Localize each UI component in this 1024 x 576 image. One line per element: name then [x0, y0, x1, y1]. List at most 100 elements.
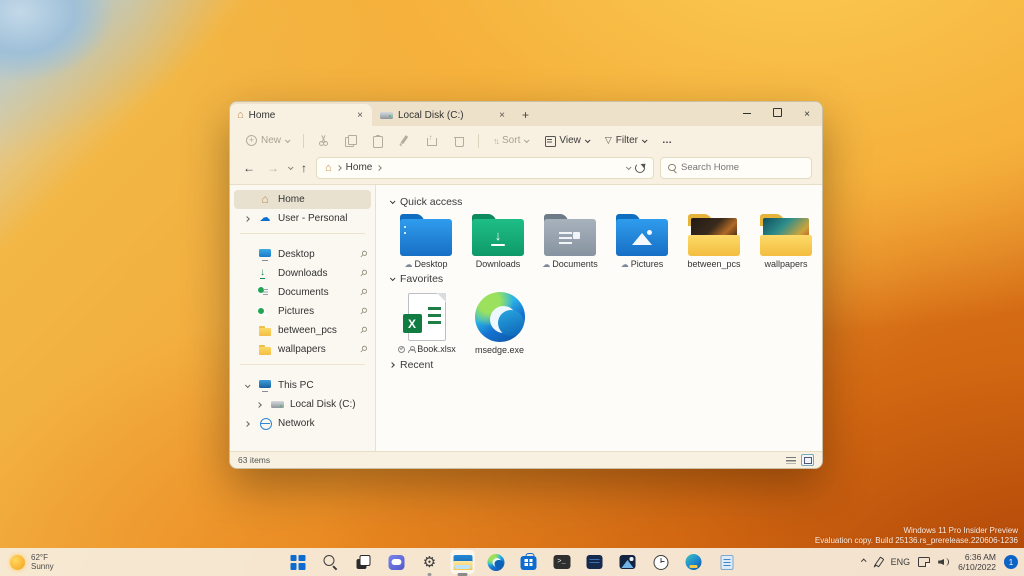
tab-close-icon[interactable]: × [497, 110, 507, 121]
screen-pen-icon[interactable] [918, 557, 930, 567]
file-explorer-button[interactable] [451, 550, 475, 574]
dark-app-button[interactable] [583, 550, 607, 574]
paste-button[interactable] [366, 132, 389, 149]
more-options-button[interactable]: … [656, 132, 678, 149]
search-input[interactable] [681, 162, 791, 173]
clock-date[interactable]: 6:36 AM 6/10/2022 [958, 552, 996, 572]
refresh-icon[interactable] [635, 163, 645, 173]
section-quick-access[interactable]: Quick access [390, 196, 822, 208]
chevron-right-icon [389, 362, 395, 368]
rename-button[interactable] [393, 132, 416, 149]
sidebar-item-local-disk[interactable]: Local Disk (C:) [234, 395, 371, 414]
chevron-right-icon[interactable] [256, 402, 262, 408]
edge-button[interactable] [484, 550, 508, 574]
sidebar-item-desktop[interactable]: Desktop ⚲ [234, 245, 371, 264]
desktop: ⌂ Home × Local Disk (C:) × + × New [0, 0, 1024, 576]
file-item-documents[interactable]: ☁Documents [534, 214, 606, 269]
section-favorites[interactable]: Favorites [390, 273, 822, 285]
sidebar-label: Pictures [278, 306, 354, 317]
tab-local-disk[interactable]: Local Disk (C:) × [372, 104, 514, 126]
new-tab-button[interactable]: + [514, 104, 537, 126]
large-icons-view-icon[interactable] [801, 454, 814, 466]
chevron-right-icon[interactable] [244, 216, 250, 222]
cut-button[interactable] [312, 132, 335, 149]
pen-icon[interactable] [873, 557, 883, 568]
recent-locations-chevron[interactable] [288, 164, 294, 170]
filter-button[interactable]: ▽ Filter [599, 132, 652, 149]
media-app-button[interactable] [682, 550, 706, 574]
status-bar: 63 items [230, 451, 822, 468]
file-item-pictures[interactable]: ☁Pictures [606, 214, 678, 269]
new-button[interactable]: New [240, 132, 295, 149]
sidebar-item-home[interactable]: ⌂ Home [234, 190, 371, 209]
sidebar-item-wallpapers[interactable]: wallpapers ⚲ [234, 340, 371, 359]
weather-widget[interactable]: 62°F Sunny [10, 553, 54, 571]
sidebar-item-onedrive[interactable]: ☁ User - Personal [234, 209, 371, 228]
minimize-button[interactable] [732, 109, 762, 120]
address-dropdown-chevron[interactable] [626, 164, 632, 170]
up-button[interactable]: ↑ [298, 161, 310, 175]
details-view-icon[interactable] [786, 456, 796, 465]
task-view-button[interactable] [352, 550, 376, 574]
sidebar-item-documents[interactable]: Documents ⚲ [234, 283, 371, 302]
downloads-icon: ↓ [260, 267, 265, 279]
windows-logo-icon [290, 555, 305, 570]
tab-home[interactable]: ⌂ Home × [230, 104, 372, 126]
sidebar-label: Network [278, 418, 367, 429]
start-button[interactable] [286, 550, 310, 574]
copy-button[interactable] [339, 132, 362, 149]
sidebar-item-downloads[interactable]: ↓ Downloads ⚲ [234, 264, 371, 283]
chevron-down-icon [642, 137, 648, 143]
folder-icon [258, 324, 272, 337]
file-item-downloads[interactable]: Downloads [462, 214, 534, 269]
photos-icon [620, 555, 636, 569]
settings-button[interactable]: ⚙ [418, 550, 442, 574]
clock-app-button[interactable] [649, 550, 673, 574]
forward-button[interactable]: → [264, 161, 282, 175]
file-item-book-xlsx[interactable]: X Book.xlsx [390, 291, 463, 355]
sidebar-label: This PC [278, 380, 367, 391]
photos-button[interactable] [616, 550, 640, 574]
paste-icon [372, 135, 383, 146]
breadcrumb[interactable]: ⌂ Home [316, 157, 654, 179]
sidebar-item-network[interactable]: Network [234, 414, 371, 433]
chat-button[interactable] [385, 550, 409, 574]
view-button[interactable]: View [538, 132, 595, 149]
speaker-icon[interactable] [938, 557, 950, 567]
sidebar-item-this-pc[interactable]: This PC [234, 376, 371, 395]
chevron-down-icon[interactable] [245, 382, 251, 388]
notification-badge[interactable]: 1 [1004, 555, 1018, 569]
pin-icon: ⚲ [357, 324, 369, 336]
section-recent[interactable]: Recent [390, 359, 822, 371]
delete-button[interactable] [447, 132, 470, 149]
tab-close-icon[interactable]: × [355, 110, 365, 121]
breadcrumb-item[interactable]: Home [346, 162, 373, 173]
divider [240, 233, 365, 234]
search-box[interactable] [660, 157, 812, 179]
sidebar-label: Home [278, 194, 367, 205]
terminal-button[interactable]: >_ [550, 550, 574, 574]
edge-icon [487, 554, 504, 571]
chevron-right-icon[interactable] [244, 421, 250, 427]
store-button[interactable] [517, 550, 541, 574]
share-button[interactable] [420, 132, 443, 149]
sidebar-item-pictures[interactable]: Pictures ⚲ [234, 302, 371, 321]
notepad-icon [720, 555, 733, 570]
file-item-wallpapers[interactable]: wallpapers [750, 214, 822, 269]
file-item-msedge[interactable]: msedge.exe [463, 291, 536, 355]
maximize-button[interactable] [762, 108, 792, 120]
item-label: Downloads [476, 259, 521, 269]
back-button[interactable]: ← [240, 161, 258, 175]
taskbar-search-button[interactable] [319, 550, 343, 574]
items-view: Quick access ☁Desktop Downloads ☁Documen… [376, 185, 822, 451]
notepad-button[interactable] [715, 550, 739, 574]
sidebar-item-between-pcs[interactable]: between_pcs ⚲ [234, 321, 371, 340]
language-indicator[interactable]: ENG [891, 557, 911, 567]
file-item-desktop[interactable]: ☁Desktop [390, 214, 462, 269]
filter-label: Filter [616, 135, 638, 146]
downloads-folder-icon [472, 214, 524, 256]
file-item-between-pcs[interactable]: between_pcs [678, 214, 750, 269]
hidden-icons-chevron[interactable] [861, 558, 867, 564]
close-button[interactable]: × [792, 109, 822, 120]
sort-button[interactable]: ↑↓ Sort [487, 132, 534, 149]
